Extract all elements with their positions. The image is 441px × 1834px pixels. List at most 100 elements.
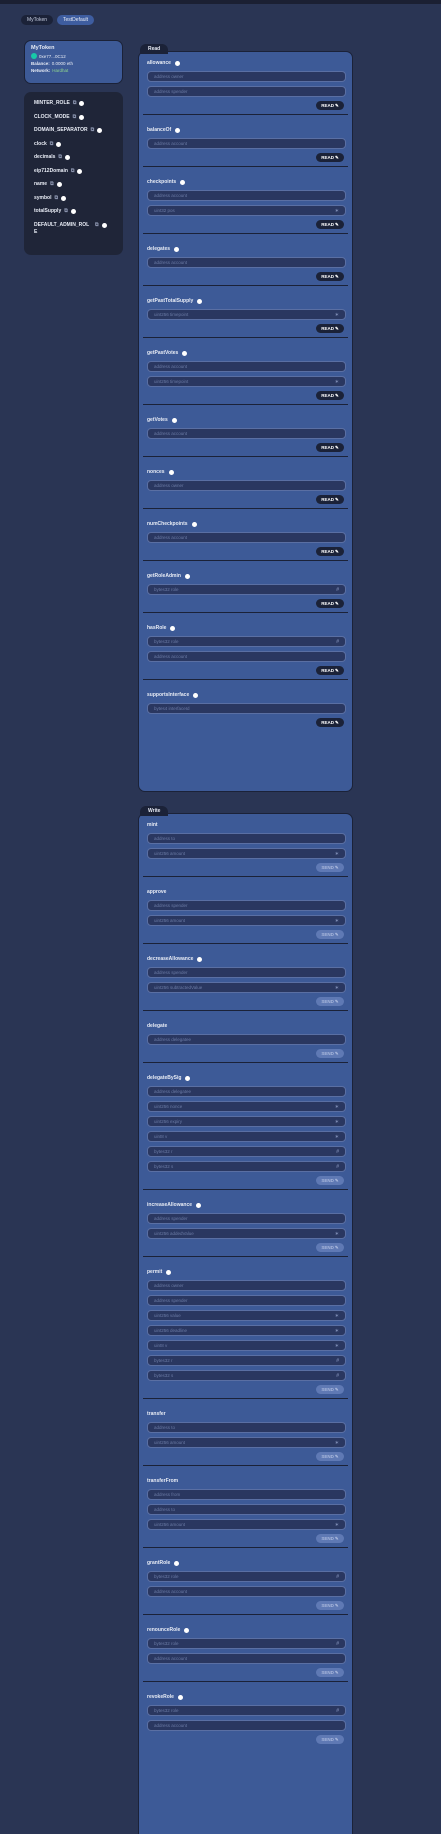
function-input[interactable]: address owner bbox=[147, 1280, 346, 1291]
link-icon[interactable]: ⧉ bbox=[95, 222, 99, 228]
function-input[interactable]: uint8 v ∗ bbox=[147, 1340, 346, 1351]
tab-mytoken[interactable]: MyToken bbox=[21, 15, 54, 25]
function-input[interactable]: address to bbox=[147, 833, 346, 844]
send-button[interactable]: SEND ✎ bbox=[316, 1735, 344, 1744]
function-input[interactable]: uint256 subtractedValue ∗ bbox=[147, 982, 346, 993]
read-button[interactable]: READ ✎ bbox=[316, 718, 344, 727]
function-input[interactable]: address spender bbox=[147, 1295, 346, 1306]
info-dot-icon[interactable] bbox=[77, 168, 83, 174]
property-item[interactable]: decimals ⧉ bbox=[34, 154, 116, 161]
tab-testdefault[interactable]: TestDefault bbox=[57, 15, 95, 25]
function-input[interactable]: uint256 timepoint ∗ bbox=[147, 376, 346, 387]
function-input[interactable]: uint256 amount ∗ bbox=[147, 848, 346, 859]
info-dot-icon[interactable] bbox=[197, 299, 203, 304]
function-input[interactable]: uint256 timepoint ∗ bbox=[147, 309, 346, 320]
link-icon[interactable]: ⧉ bbox=[64, 208, 68, 214]
link-icon[interactable]: ⧉ bbox=[55, 195, 59, 201]
link-icon[interactable]: ⧉ bbox=[50, 181, 54, 187]
property-item[interactable]: symbol ⧉ bbox=[34, 195, 116, 202]
info-dot-icon[interactable] bbox=[191, 522, 197, 527]
read-button[interactable]: READ ✎ bbox=[316, 391, 344, 400]
function-input[interactable]: address to bbox=[147, 1504, 346, 1515]
info-dot-icon[interactable] bbox=[174, 61, 180, 66]
function-input[interactable]: bytes32 s # bbox=[147, 1161, 346, 1172]
send-button[interactable]: SEND ✎ bbox=[316, 1049, 344, 1058]
read-button[interactable]: READ ✎ bbox=[316, 547, 344, 556]
function-input[interactable]: address spender bbox=[147, 1213, 346, 1224]
function-input[interactable]: bytes32 role # bbox=[147, 636, 346, 647]
link-icon[interactable]: ⧉ bbox=[73, 114, 77, 120]
function-input[interactable]: bytes32 role # bbox=[147, 1571, 346, 1582]
info-dot-icon[interactable] bbox=[79, 114, 85, 120]
function-input[interactable]: address delegatee bbox=[147, 1034, 346, 1045]
function-input[interactable]: uint256 amount ∗ bbox=[147, 1519, 346, 1530]
info-dot-icon[interactable] bbox=[184, 574, 190, 579]
function-input[interactable]: address account bbox=[147, 361, 346, 372]
function-input[interactable]: uint256 deadline ∗ bbox=[147, 1325, 346, 1336]
function-input[interactable]: address spender bbox=[147, 900, 346, 911]
info-dot-icon[interactable] bbox=[56, 182, 62, 187]
info-dot-icon[interactable] bbox=[177, 1695, 183, 1700]
send-button[interactable]: SEND ✎ bbox=[316, 1176, 344, 1185]
property-item[interactable]: eip712Domain ⧉ bbox=[34, 168, 116, 175]
info-dot-icon[interactable] bbox=[166, 1270, 172, 1275]
token-address[interactable]: 0xe77...0C12 bbox=[39, 54, 66, 59]
read-button[interactable]: READ ✎ bbox=[316, 495, 344, 504]
info-dot-icon[interactable] bbox=[171, 418, 177, 423]
send-button[interactable]: SEND ✎ bbox=[316, 1534, 344, 1543]
read-button[interactable]: READ ✎ bbox=[316, 443, 344, 452]
read-button[interactable]: READ ✎ bbox=[316, 153, 344, 162]
info-dot-icon[interactable] bbox=[185, 1076, 191, 1081]
function-input[interactable]: bytes4 interfaceId bbox=[147, 703, 346, 714]
info-dot-icon[interactable] bbox=[101, 222, 107, 228]
property-item[interactable]: MINTER_ROLE ⧉ bbox=[34, 100, 116, 107]
info-dot-icon[interactable] bbox=[97, 128, 103, 133]
property-item[interactable]: name ⧉ bbox=[34, 181, 116, 188]
function-input[interactable]: address delegatee bbox=[147, 1086, 346, 1097]
send-button[interactable]: SEND ✎ bbox=[316, 1385, 344, 1394]
function-input[interactable]: address account bbox=[147, 428, 346, 439]
link-icon[interactable]: ⧉ bbox=[71, 168, 75, 174]
function-input[interactable]: address account bbox=[147, 1586, 346, 1597]
function-input[interactable]: bytes32 r # bbox=[147, 1146, 346, 1157]
function-input[interactable]: uint256 nonce ∗ bbox=[147, 1101, 346, 1112]
function-input[interactable]: address spender bbox=[147, 86, 346, 97]
function-input[interactable]: bytes32 s # bbox=[147, 1370, 346, 1381]
info-dot-icon[interactable] bbox=[196, 1203, 202, 1208]
info-dot-icon[interactable] bbox=[70, 209, 76, 214]
function-input[interactable]: uint256 expiry ∗ bbox=[147, 1116, 346, 1127]
link-icon[interactable]: ⧉ bbox=[91, 127, 95, 133]
info-dot-icon[interactable] bbox=[193, 693, 199, 698]
property-item[interactable]: CLOCK_MODE ⧉ bbox=[34, 114, 116, 121]
function-input[interactable]: address account bbox=[147, 1720, 346, 1731]
function-input[interactable]: address to bbox=[147, 1422, 346, 1433]
send-button[interactable]: SEND ✎ bbox=[316, 1243, 344, 1252]
read-button[interactable]: READ ✎ bbox=[316, 220, 344, 229]
send-button[interactable]: SEND ✎ bbox=[316, 1668, 344, 1677]
function-input[interactable]: address account bbox=[147, 1653, 346, 1664]
info-dot-icon[interactable] bbox=[56, 141, 62, 147]
read-button[interactable]: READ ✎ bbox=[316, 272, 344, 281]
info-dot-icon[interactable] bbox=[174, 247, 180, 252]
info-dot-icon[interactable] bbox=[170, 626, 176, 631]
send-button[interactable]: SEND ✎ bbox=[316, 1452, 344, 1461]
function-input[interactable]: bytes32 role # bbox=[147, 1638, 346, 1649]
link-icon[interactable]: ⧉ bbox=[58, 154, 62, 160]
function-input[interactable]: address owner bbox=[147, 480, 346, 491]
read-button[interactable]: READ ✎ bbox=[316, 101, 344, 110]
info-dot-icon[interactable] bbox=[79, 101, 85, 106]
function-input[interactable]: uint32 pos ∗ bbox=[147, 205, 346, 216]
function-input[interactable]: address account bbox=[147, 532, 346, 543]
read-button[interactable]: READ ✎ bbox=[316, 599, 344, 608]
link-icon[interactable]: ⧉ bbox=[50, 141, 54, 147]
function-input[interactable]: uint256 amount ∗ bbox=[147, 1437, 346, 1448]
function-input[interactable]: bytes32 role # bbox=[147, 584, 346, 595]
info-dot-icon[interactable] bbox=[174, 1561, 180, 1566]
info-dot-icon[interactable] bbox=[64, 155, 70, 160]
send-button[interactable]: SEND ✎ bbox=[316, 863, 344, 872]
property-item[interactable]: clock ⧉ bbox=[34, 141, 116, 148]
property-item[interactable]: DOMAIN_SEPARATOR ⧉ bbox=[34, 127, 116, 134]
send-button[interactable]: SEND ✎ bbox=[316, 930, 344, 939]
function-input[interactable]: uint256 value ∗ bbox=[147, 1310, 346, 1321]
info-dot-icon[interactable] bbox=[182, 351, 188, 356]
